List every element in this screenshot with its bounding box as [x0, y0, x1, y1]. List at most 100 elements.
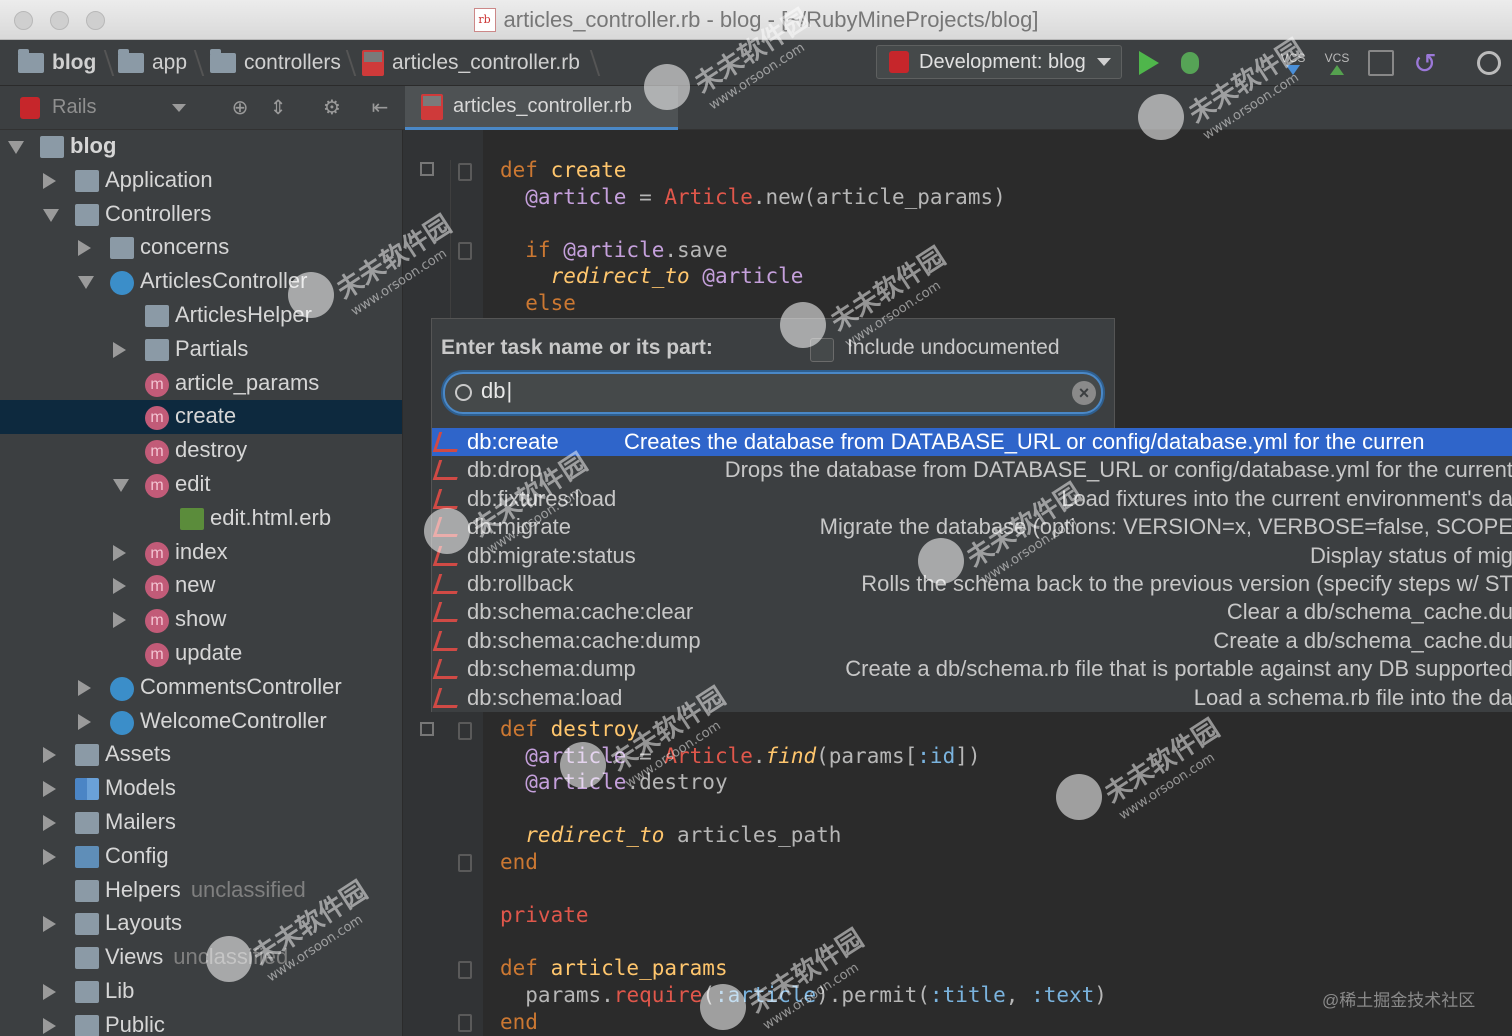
- tree-item-models[interactable]: Models: [0, 772, 402, 806]
- gear-icon[interactable]: ⚙: [320, 96, 344, 120]
- collapse-all-icon[interactable]: ⇕: [266, 96, 290, 120]
- tree-item-helpers[interactable]: Helpers unclassified: [0, 874, 402, 908]
- code-token: :text: [1031, 983, 1095, 1007]
- tree-item-edit[interactable]: m edit: [0, 468, 402, 502]
- code-token: :id: [917, 743, 956, 768]
- tree-item-controllers[interactable]: Controllers: [0, 198, 402, 232]
- run-configuration-label: Development: blog: [919, 50, 1086, 73]
- revert-button[interactable]: ↺: [1410, 46, 1440, 80]
- expanded-arrow-icon[interactable]: [78, 276, 94, 290]
- tree-item-concerns[interactable]: concerns: [0, 231, 402, 265]
- tree-item-assets[interactable]: Assets: [0, 738, 402, 772]
- task-item[interactable]: db:schema:load Load a schema.rb file into…: [432, 684, 1512, 712]
- search-everywhere-button[interactable]: [1472, 46, 1506, 80]
- task-item[interactable]: db:fixtures:load Load fixtures into the c…: [432, 485, 1512, 513]
- expanded-arrow-icon[interactable]: [113, 479, 129, 492]
- clear-search-button[interactable]: ×: [1072, 381, 1096, 405]
- collapsed-arrow-icon[interactable]: [43, 815, 56, 831]
- tree-item-views[interactable]: Views unclassified: [0, 941, 402, 975]
- collapsed-arrow-icon[interactable]: [43, 916, 56, 933]
- rake-task-icon: [432, 630, 464, 651]
- collapsed-arrow-icon[interactable]: [113, 578, 126, 595]
- collapsed-arrow-icon[interactable]: [43, 781, 56, 798]
- chevron-down-icon[interactable]: [172, 104, 186, 112]
- expanded-arrow-icon[interactable]: [8, 141, 24, 154]
- fold-marker-icon[interactable]: [458, 242, 472, 260]
- tree-item-articlescontroller[interactable]: ArticlesController: [0, 265, 402, 299]
- run-button[interactable]: [1136, 46, 1162, 80]
- override-marker-icon[interactable]: [420, 162, 434, 176]
- tab-articles-controller[interactable]: articles_controller.rb: [405, 86, 678, 130]
- breadcrumb-file[interactable]: articles_controller.rb: [362, 40, 580, 86]
- code-token: =: [626, 184, 665, 209]
- folder-icon: [75, 169, 99, 192]
- tree-item-commentscontroller[interactable]: CommentsController: [0, 671, 402, 705]
- fold-marker-icon[interactable]: [458, 163, 472, 181]
- override-marker-icon[interactable]: [420, 722, 434, 736]
- collapsed-arrow-icon[interactable]: [43, 848, 56, 865]
- expanded-arrow-icon[interactable]: [43, 208, 59, 222]
- fold-marker-icon[interactable]: [458, 961, 472, 979]
- task-item[interactable]: db:create Creates the database from DATAB…: [432, 428, 1512, 456]
- indent-guide: [450, 160, 451, 320]
- run-configuration-dropdown[interactable]: Development: blog: [876, 45, 1122, 79]
- task-search-value[interactable]: db: [481, 378, 512, 404]
- collapsed-arrow-icon[interactable]: [43, 747, 56, 764]
- tree-item-partials[interactable]: Partials: [0, 333, 402, 367]
- tree-item-update[interactable]: m update: [0, 637, 402, 671]
- fold-marker-icon[interactable]: [458, 722, 472, 740]
- collapsed-arrow-icon[interactable]: [78, 240, 91, 257]
- vcs-update-button[interactable]: VCS: [1276, 46, 1310, 80]
- collapsed-arrow-icon[interactable]: [43, 172, 56, 189]
- task-item[interactable]: db:rollback Rolls the schema back to the …: [432, 570, 1512, 598]
- task-item[interactable]: db:schema:cache:clear Clear a db/schema_c…: [432, 598, 1512, 626]
- tree-item-edit-html-erb[interactable]: edit.html.erb: [0, 502, 402, 536]
- fold-marker-icon[interactable]: [458, 1014, 472, 1032]
- tree-item-public[interactable]: Public: [0, 1009, 402, 1036]
- vcs-commit-button[interactable]: VCS: [1320, 46, 1354, 80]
- collapsed-arrow-icon[interactable]: [113, 612, 126, 629]
- tree-item-index[interactable]: m index: [0, 536, 402, 570]
- tree-item-lib[interactable]: Lib: [0, 975, 402, 1009]
- tree-item-config[interactable]: Config: [0, 840, 402, 874]
- tree-item-note: unclassified: [173, 944, 289, 970]
- task-item[interactable]: db:migrate:status Display status of mig: [432, 542, 1512, 570]
- collapsed-arrow-icon[interactable]: [113, 544, 126, 561]
- tree-item-mailers[interactable]: Mailers: [0, 806, 402, 840]
- tree-item-new[interactable]: m new: [0, 569, 402, 603]
- tree-item-layouts[interactable]: Layouts: [0, 907, 402, 941]
- tree-item-blog[interactable]: blog: [0, 130, 402, 164]
- project-view-selector[interactable]: Rails: [52, 96, 96, 119]
- shelve-button[interactable]: [1366, 46, 1396, 80]
- include-undocumented-label[interactable]: Include undocumented: [847, 336, 1060, 360]
- collapsed-arrow-icon[interactable]: [43, 984, 56, 1000]
- task-search-input[interactable]: [443, 372, 1103, 414]
- debug-button[interactable]: [1176, 46, 1204, 80]
- fold-marker-icon[interactable]: [458, 854, 472, 872]
- tree-item-application[interactable]: Application: [0, 164, 402, 198]
- include-undocumented-checkbox[interactable]: [810, 338, 834, 362]
- breadcrumb-app[interactable]: app: [118, 40, 187, 86]
- collapsed-arrow-icon[interactable]: [78, 713, 91, 730]
- task-item[interactable]: db:schema:dump Create a db/schema.rb file…: [432, 655, 1512, 683]
- hide-panel-icon[interactable]: ⇤: [368, 96, 392, 120]
- task-description: Create a db/schema_cache.du: [1213, 627, 1512, 653]
- tree-item-welcomecontroller[interactable]: WelcomeController: [0, 705, 402, 739]
- breadcrumb-controllers[interactable]: controllers: [210, 40, 341, 86]
- tree-item-create[interactable]: m create: [0, 400, 402, 435]
- collapsed-arrow-icon[interactable]: [113, 341, 126, 358]
- tree-item-show[interactable]: m show: [0, 603, 402, 637]
- rake-task-icon: [432, 602, 464, 623]
- tree-item-destroy[interactable]: m destroy: [0, 434, 402, 468]
- collapsed-arrow-icon[interactable]: [43, 1017, 56, 1034]
- rake-task-icon: [432, 574, 464, 594]
- collapsed-arrow-icon[interactable]: [78, 679, 91, 696]
- breadcrumb-blog[interactable]: blog: [18, 40, 96, 86]
- tree-item-article-params[interactable]: m article_params: [0, 367, 402, 401]
- locate-icon[interactable]: ⊕: [228, 96, 252, 120]
- code-token: require: [613, 983, 703, 1007]
- task-item[interactable]: db:migrate Migrate the database (options:…: [432, 513, 1512, 541]
- task-item[interactable]: db:schema:cache:dump Create a db/schema_c…: [432, 627, 1512, 655]
- task-item[interactable]: db:drop Drops the database from DATABASE_…: [432, 456, 1512, 484]
- tree-item-articleshelper[interactable]: ArticlesHelper: [0, 299, 402, 333]
